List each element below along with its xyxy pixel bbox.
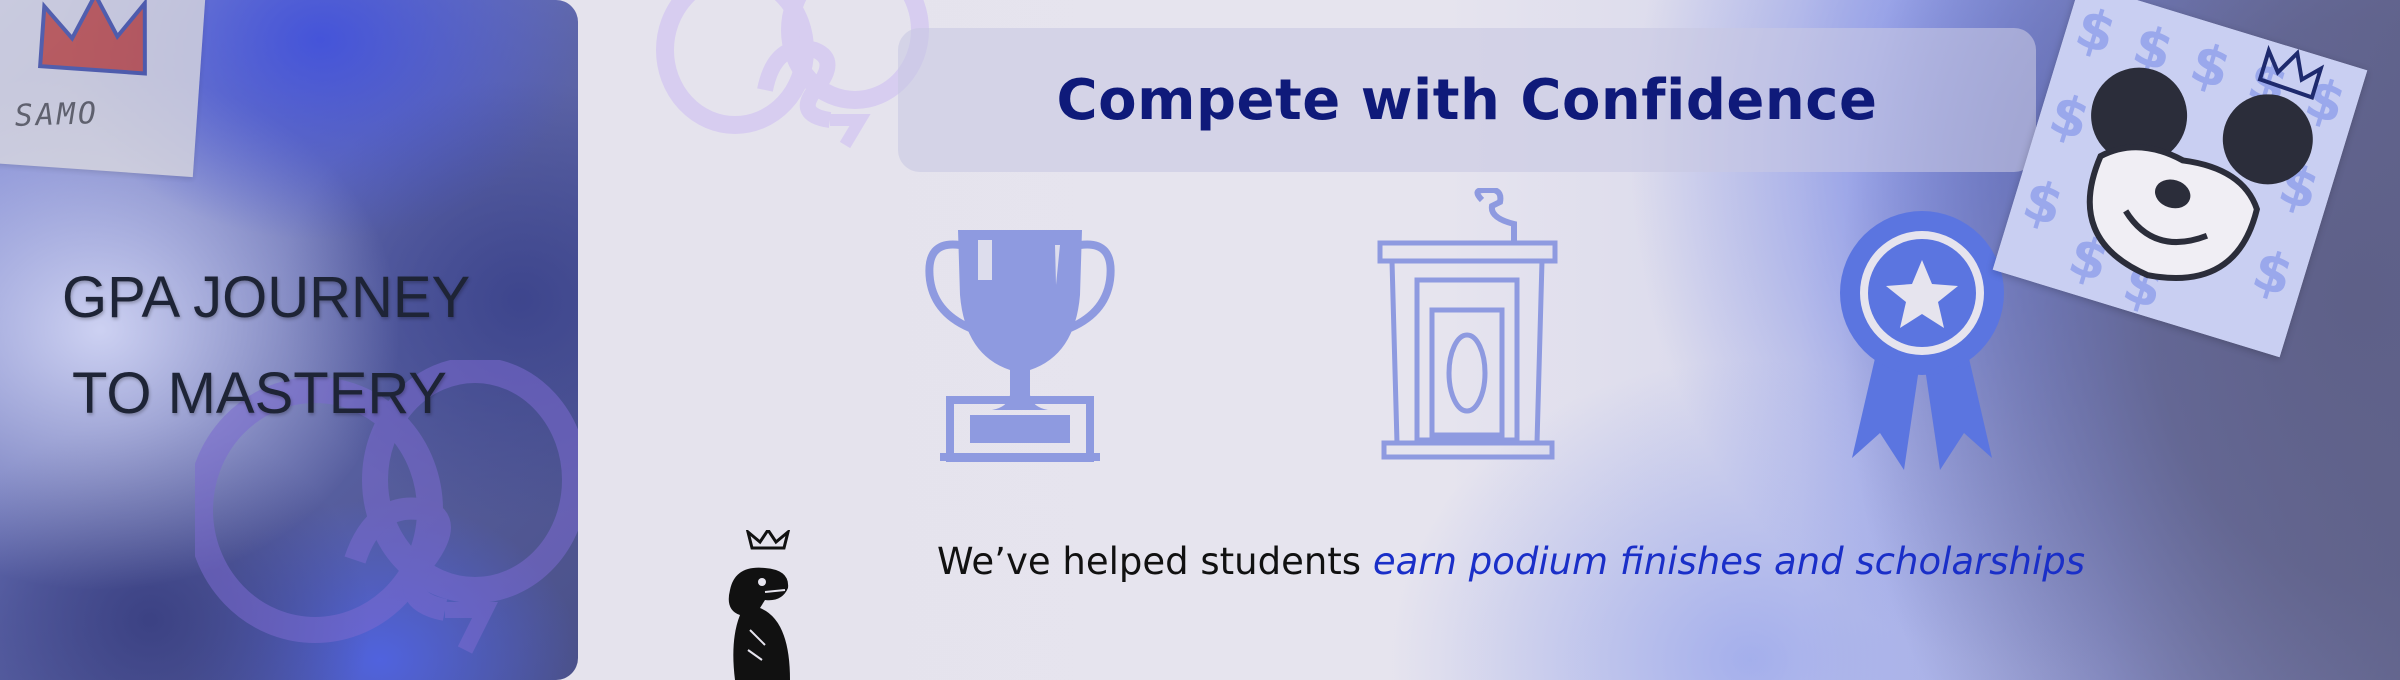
dinosaur-doodle: [728, 530, 791, 680]
tagline: We’ve helped students earn podium finish…: [937, 540, 2085, 583]
podium-icon: [1377, 188, 1558, 460]
brand-logo-watermark-top: [656, 0, 929, 149]
crown-icon: [37, 0, 147, 76]
left-panel: SAMO GPA JOURNEY TO MASTERY: [0, 0, 578, 680]
title-banner: Compete with Confidence: [898, 28, 2036, 172]
tagline-plain: We’ve helped students: [937, 540, 1373, 583]
samo-artwork: SAMO: [0, 0, 207, 178]
award-medal-icon: [1840, 211, 2004, 470]
banner-title: Compete with Confidence: [1056, 67, 1878, 133]
trophy-icon: [925, 230, 1115, 462]
samo-text: SAMO: [14, 95, 100, 134]
left-title-line1: GPA JOURNEY: [62, 265, 471, 330]
left-title-line2: TO MASTERY: [72, 361, 447, 426]
left-title: GPA JOURNEY TO MASTERY: [62, 250, 562, 442]
tagline-emphasis: earn podium finishes and scholarships: [1372, 540, 2086, 583]
